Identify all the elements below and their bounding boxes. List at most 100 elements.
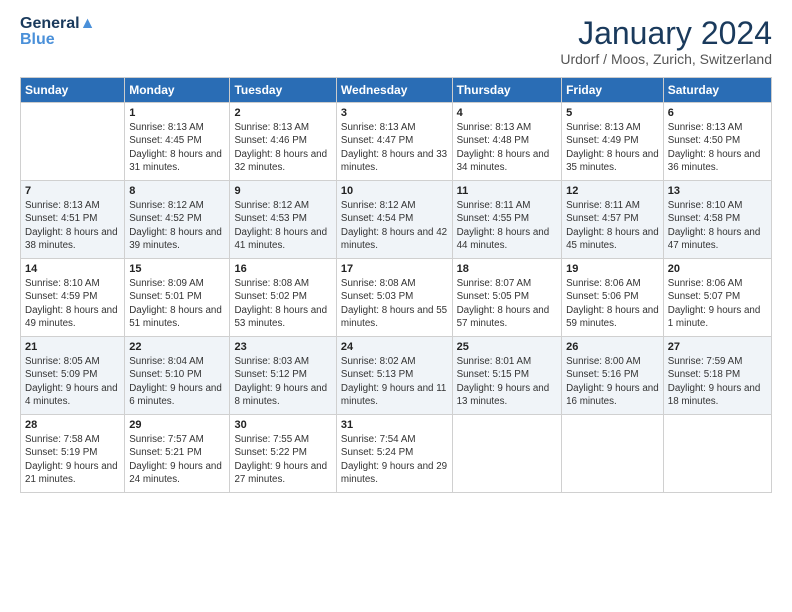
cell-1-3: 10 Sunrise: 8:12 AMSunset: 4:54 PMDaylig… (336, 181, 452, 259)
cell-info: Sunrise: 8:10 AMSunset: 4:59 PMDaylight:… (25, 277, 120, 330)
header-row: Sunday Monday Tuesday Wednesday Thursday… (21, 78, 772, 103)
cell-info: Sunrise: 7:55 AMSunset: 5:22 PMDaylight:… (234, 433, 331, 486)
col-wednesday: Wednesday (336, 78, 452, 103)
day-number: 8 (129, 185, 225, 197)
col-thursday: Thursday (452, 78, 562, 103)
cell-1-5: 12 Sunrise: 8:11 AMSunset: 4:57 PMDaylig… (562, 181, 664, 259)
cell-2-4: 18 Sunrise: 8:07 AMSunset: 5:05 PMDaylig… (452, 259, 562, 337)
cell-info: Sunrise: 8:13 AMSunset: 4:49 PMDaylight:… (566, 121, 659, 174)
day-number: 12 (566, 185, 659, 197)
day-number: 2 (234, 107, 331, 119)
week-row-1: 7 Sunrise: 8:13 AMSunset: 4:51 PMDayligh… (21, 181, 772, 259)
cell-1-6: 13 Sunrise: 8:10 AMSunset: 4:58 PMDaylig… (663, 181, 771, 259)
day-number: 13 (668, 185, 767, 197)
day-number: 29 (129, 419, 225, 431)
day-number: 23 (234, 341, 331, 353)
cell-info: Sunrise: 8:07 AMSunset: 5:05 PMDaylight:… (457, 277, 558, 330)
cell-4-4 (452, 415, 562, 493)
day-number: 4 (457, 107, 558, 119)
cell-info: Sunrise: 8:13 AMSunset: 4:46 PMDaylight:… (234, 121, 331, 174)
cell-info: Sunrise: 8:01 AMSunset: 5:15 PMDaylight:… (457, 355, 558, 408)
day-number: 27 (668, 341, 767, 353)
day-number: 16 (234, 263, 331, 275)
cell-4-5 (562, 415, 664, 493)
day-number: 17 (341, 263, 448, 275)
cell-4-3: 31 Sunrise: 7:54 AMSunset: 5:24 PMDaylig… (336, 415, 452, 493)
week-row-4: 28 Sunrise: 7:58 AMSunset: 5:19 PMDaylig… (21, 415, 772, 493)
cell-2-2: 16 Sunrise: 8:08 AMSunset: 5:02 PMDaylig… (230, 259, 336, 337)
day-number: 28 (25, 419, 120, 431)
day-number: 20 (668, 263, 767, 275)
cell-0-4: 4 Sunrise: 8:13 AMSunset: 4:48 PMDayligh… (452, 103, 562, 181)
col-tuesday: Tuesday (230, 78, 336, 103)
cell-2-3: 17 Sunrise: 8:08 AMSunset: 5:03 PMDaylig… (336, 259, 452, 337)
day-number: 3 (341, 107, 448, 119)
day-number: 24 (341, 341, 448, 353)
cell-3-4: 25 Sunrise: 8:01 AMSunset: 5:15 PMDaylig… (452, 337, 562, 415)
day-number: 30 (234, 419, 331, 431)
cell-2-0: 14 Sunrise: 8:10 AMSunset: 4:59 PMDaylig… (21, 259, 125, 337)
title-block: January 2024 Urdorf / Moos, Zurich, Swit… (560, 16, 772, 67)
cell-info: Sunrise: 8:13 AMSunset: 4:48 PMDaylight:… (457, 121, 558, 174)
cell-2-1: 15 Sunrise: 8:09 AMSunset: 5:01 PMDaylig… (125, 259, 230, 337)
cell-2-6: 20 Sunrise: 8:06 AMSunset: 5:07 PMDaylig… (663, 259, 771, 337)
calendar-table: Sunday Monday Tuesday Wednesday Thursday… (20, 77, 772, 493)
cell-info: Sunrise: 8:13 AMSunset: 4:47 PMDaylight:… (341, 121, 448, 174)
cell-info: Sunrise: 7:58 AMSunset: 5:19 PMDaylight:… (25, 433, 120, 486)
cell-0-3: 3 Sunrise: 8:13 AMSunset: 4:47 PMDayligh… (336, 103, 452, 181)
day-number: 21 (25, 341, 120, 353)
day-number: 10 (341, 185, 448, 197)
col-monday: Monday (125, 78, 230, 103)
cell-4-2: 30 Sunrise: 7:55 AMSunset: 5:22 PMDaylig… (230, 415, 336, 493)
cell-3-5: 26 Sunrise: 8:00 AMSunset: 5:16 PMDaylig… (562, 337, 664, 415)
cell-info: Sunrise: 8:06 AMSunset: 5:06 PMDaylight:… (566, 277, 659, 330)
day-number: 5 (566, 107, 659, 119)
cell-3-1: 22 Sunrise: 8:04 AMSunset: 5:10 PMDaylig… (125, 337, 230, 415)
cell-info: Sunrise: 8:13 AMSunset: 4:51 PMDaylight:… (25, 199, 120, 252)
cell-3-3: 24 Sunrise: 8:02 AMSunset: 5:13 PMDaylig… (336, 337, 452, 415)
cell-info: Sunrise: 8:04 AMSunset: 5:10 PMDaylight:… (129, 355, 225, 408)
cell-info: Sunrise: 8:00 AMSunset: 5:16 PMDaylight:… (566, 355, 659, 408)
cell-info: Sunrise: 8:02 AMSunset: 5:13 PMDaylight:… (341, 355, 448, 408)
logo-blue: Blue (20, 32, 95, 48)
cell-info: Sunrise: 8:11 AMSunset: 4:55 PMDaylight:… (457, 199, 558, 252)
logo-general: General▲ (20, 16, 95, 32)
cell-3-0: 21 Sunrise: 8:05 AMSunset: 5:09 PMDaylig… (21, 337, 125, 415)
cell-info: Sunrise: 8:09 AMSunset: 5:01 PMDaylight:… (129, 277, 225, 330)
cell-info: Sunrise: 7:57 AMSunset: 5:21 PMDaylight:… (129, 433, 225, 486)
week-row-3: 21 Sunrise: 8:05 AMSunset: 5:09 PMDaylig… (21, 337, 772, 415)
logo: General▲ Blue (20, 16, 95, 48)
cell-info: Sunrise: 8:03 AMSunset: 5:12 PMDaylight:… (234, 355, 331, 408)
cell-3-2: 23 Sunrise: 8:03 AMSunset: 5:12 PMDaylig… (230, 337, 336, 415)
day-number: 1 (129, 107, 225, 119)
day-number: 25 (457, 341, 558, 353)
main-title: January 2024 (560, 16, 772, 51)
cell-3-6: 27 Sunrise: 7:59 AMSunset: 5:18 PMDaylig… (663, 337, 771, 415)
cell-0-5: 5 Sunrise: 8:13 AMSunset: 4:49 PMDayligh… (562, 103, 664, 181)
day-number: 7 (25, 185, 120, 197)
cell-info: Sunrise: 8:12 AMSunset: 4:53 PMDaylight:… (234, 199, 331, 252)
page: General▲ Blue January 2024 Urdorf / Moos… (0, 0, 792, 612)
day-number: 31 (341, 419, 448, 431)
cell-0-0 (21, 103, 125, 181)
cell-4-0: 28 Sunrise: 7:58 AMSunset: 5:19 PMDaylig… (21, 415, 125, 493)
cell-info: Sunrise: 8:13 AMSunset: 4:50 PMDaylight:… (668, 121, 767, 174)
subtitle: Urdorf / Moos, Zurich, Switzerland (560, 51, 772, 67)
cell-info: Sunrise: 8:13 AMSunset: 4:45 PMDaylight:… (129, 121, 225, 174)
cell-info: Sunrise: 8:10 AMSunset: 4:58 PMDaylight:… (668, 199, 767, 252)
day-number: 9 (234, 185, 331, 197)
day-number: 11 (457, 185, 558, 197)
cell-4-6 (663, 415, 771, 493)
header: General▲ Blue January 2024 Urdorf / Moos… (20, 16, 772, 67)
day-number: 26 (566, 341, 659, 353)
cell-info: Sunrise: 8:12 AMSunset: 4:52 PMDaylight:… (129, 199, 225, 252)
day-number: 6 (668, 107, 767, 119)
cell-info: Sunrise: 7:54 AMSunset: 5:24 PMDaylight:… (341, 433, 448, 486)
day-number: 14 (25, 263, 120, 275)
cell-info: Sunrise: 8:06 AMSunset: 5:07 PMDaylight:… (668, 277, 767, 330)
cell-1-2: 9 Sunrise: 8:12 AMSunset: 4:53 PMDayligh… (230, 181, 336, 259)
cell-0-2: 2 Sunrise: 8:13 AMSunset: 4:46 PMDayligh… (230, 103, 336, 181)
day-number: 22 (129, 341, 225, 353)
cell-0-1: 1 Sunrise: 8:13 AMSunset: 4:45 PMDayligh… (125, 103, 230, 181)
cell-info: Sunrise: 8:12 AMSunset: 4:54 PMDaylight:… (341, 199, 448, 252)
